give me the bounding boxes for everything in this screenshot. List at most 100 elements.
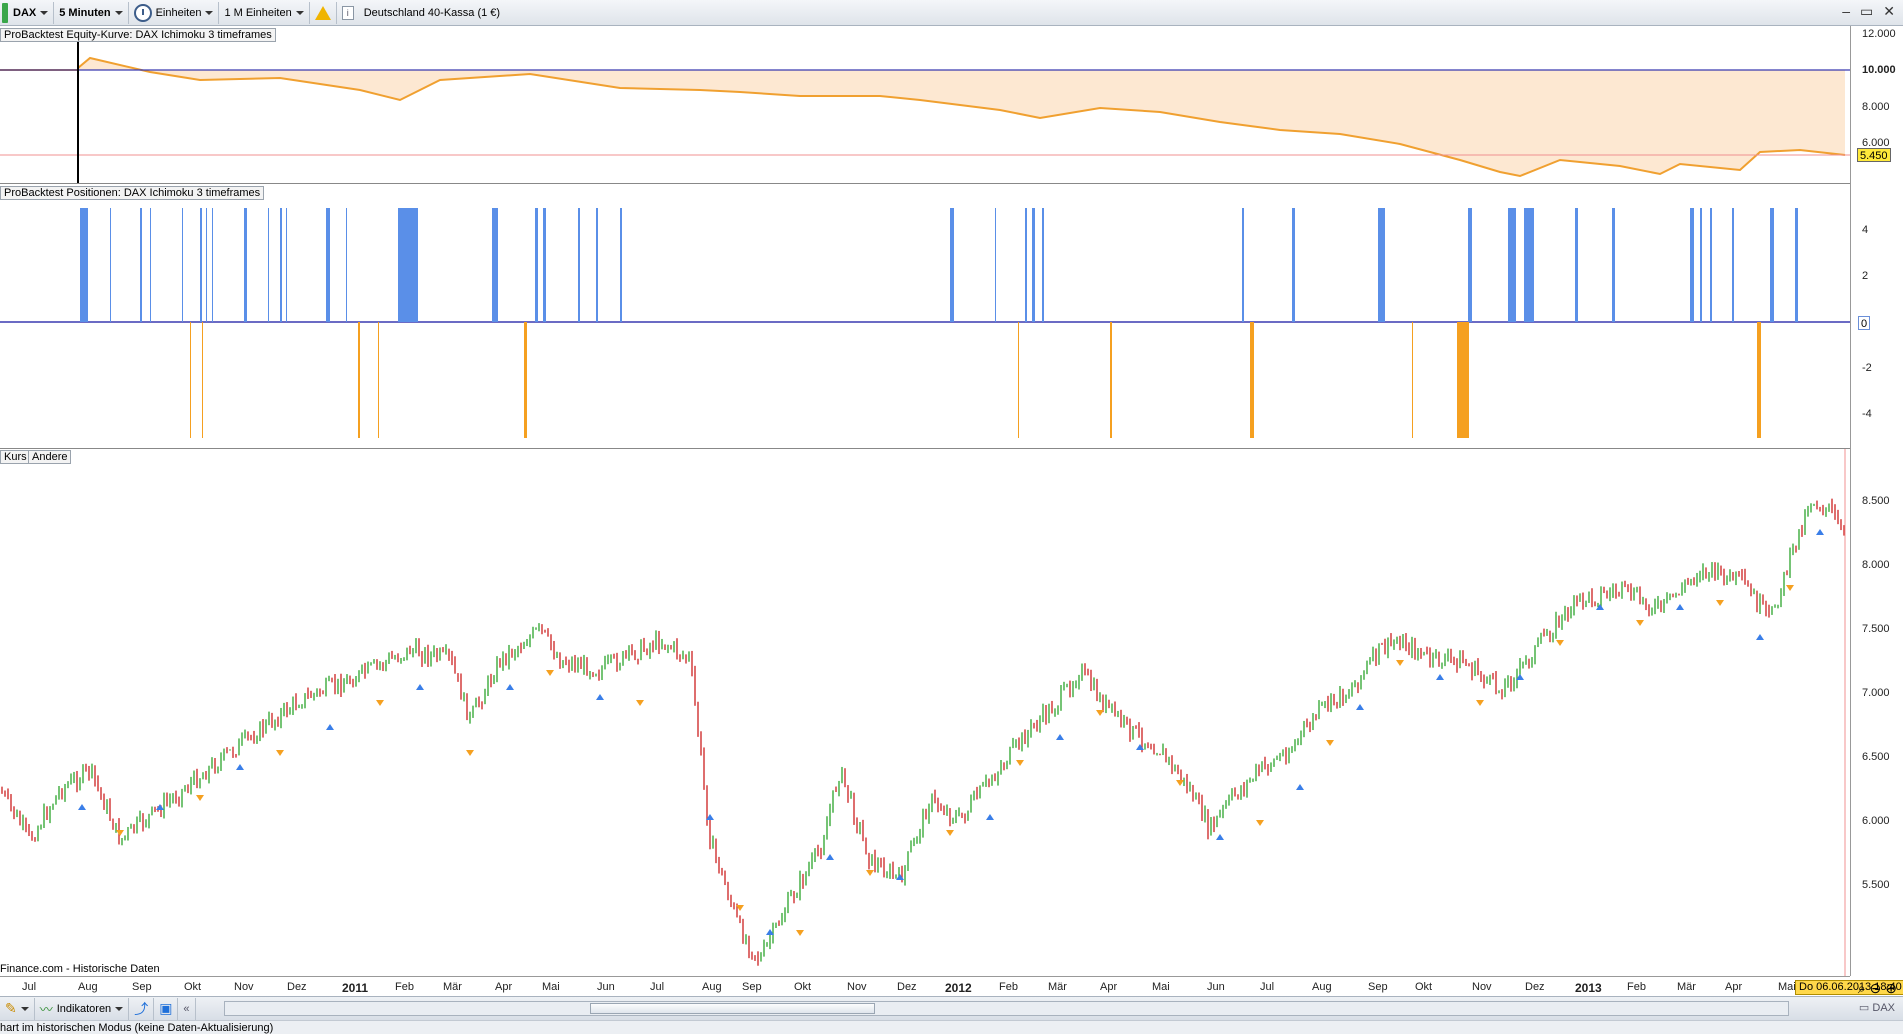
price-tick: 7.500	[1862, 623, 1890, 635]
instrument-tag[interactable]: ▭ DAX	[1859, 1001, 1895, 1014]
panel-divider[interactable]	[0, 448, 1850, 449]
x-axis-label: Apr	[1100, 981, 1118, 993]
short-position-bar	[1457, 322, 1469, 438]
x-axis-label: 2012	[945, 981, 972, 995]
price-tick: 8.000	[1862, 559, 1890, 571]
long-position-bar	[1042, 208, 1044, 322]
long-position-bar	[1700, 208, 1702, 322]
positions-tick: -2	[1862, 362, 1872, 374]
x-axis-label: Okt	[184, 981, 202, 993]
buy-arrow-icon	[1676, 604, 1684, 610]
sell-arrow-icon	[866, 870, 874, 876]
x-axis-label: Okt	[794, 981, 812, 993]
long-position-bar	[1468, 208, 1472, 322]
share-button[interactable]: ⤴	[129, 997, 155, 1020]
long-position-bar	[1732, 208, 1734, 322]
x-axis-label: Feb	[1627, 981, 1646, 993]
long-position-bar	[995, 208, 996, 322]
long-position-bar	[200, 208, 202, 322]
long-position-bar	[1795, 208, 1798, 322]
long-position-bar	[1242, 208, 1244, 322]
panel-divider[interactable]	[0, 183, 1850, 184]
long-position-bar	[150, 208, 151, 322]
sell-arrow-icon	[796, 930, 804, 936]
long-position-bar	[140, 208, 142, 322]
equity-tick: 10.000	[1862, 64, 1896, 76]
sell-arrow-icon	[466, 750, 474, 756]
long-position-bar	[244, 208, 247, 322]
tab-kurs[interactable]: Kurs	[0, 450, 31, 464]
short-position-bar	[202, 322, 203, 438]
long-position-bar	[398, 208, 418, 322]
x-axis-label: Mai	[1778, 981, 1796, 993]
sell-arrow-icon	[546, 670, 554, 676]
long-position-bar	[110, 208, 111, 322]
instrument-tag-icon: ▭	[1858, 1002, 1870, 1014]
x-axis-label: Nov	[1472, 981, 1492, 993]
buy-arrow-icon	[506, 684, 514, 690]
x-axis-label: Mai	[1152, 981, 1170, 993]
equity-fill	[0, 58, 1845, 176]
chart-canvas[interactable]	[0, 0, 1903, 1034]
scroll-start-button[interactable]: «	[178, 997, 196, 1020]
x-axis-label: Nov	[234, 981, 254, 993]
short-position-bar	[378, 322, 379, 438]
equity-current-value: 5.450	[1857, 148, 1891, 162]
long-position-bar	[1770, 208, 1774, 322]
x-axis-label: Jul	[1260, 981, 1275, 993]
x-axis[interactable]: Jul Aug Sep Okt Nov Dez 2011 Feb Mär Apr Mai Jun Jul…	[0, 976, 1850, 996]
long-position-bar	[1524, 208, 1534, 322]
x-axis-label: Okt	[1415, 981, 1433, 993]
price-tick: 6.500	[1862, 751, 1890, 763]
long-position-bar	[326, 208, 330, 322]
status-bar: hart im historischen Modus (keine Daten-…	[0, 1020, 1903, 1034]
x-axis-label: Aug	[702, 981, 722, 993]
long-position-bar	[346, 208, 347, 322]
long-position-bar	[212, 208, 213, 322]
time-scrollbar[interactable]	[224, 1001, 1789, 1016]
equity-curve-chart	[0, 30, 1850, 183]
sell-arrow-icon	[1256, 820, 1264, 826]
drawing-tool-button[interactable]: ✎	[0, 997, 35, 1020]
price-tick: 7.000	[1862, 687, 1890, 699]
price-tick: 6.000	[1862, 815, 1890, 827]
long-position-bar	[1382, 208, 1385, 322]
zoom-out-icon[interactable]: ⊖	[1870, 980, 1882, 997]
zoom-fit-icon[interactable]: ⌕	[1858, 980, 1866, 997]
buy-arrow-icon	[78, 804, 86, 810]
screenshot-button[interactable]: ▣	[154, 997, 179, 1020]
x-axis-label: Feb	[999, 981, 1018, 993]
buy-arrow-icon	[1816, 529, 1824, 535]
zoom-in-icon[interactable]: ⊕	[1885, 980, 1897, 997]
x-axis-label: Jul	[22, 981, 37, 993]
tab-andere[interactable]: Andere	[28, 450, 72, 464]
equity-tick: 8.000	[1862, 101, 1890, 113]
x-axis-label: Jul	[650, 981, 665, 993]
x-axis-label: Apr	[495, 981, 513, 993]
long-position-bar	[1032, 208, 1035, 322]
x-axis-label: Mär	[443, 981, 462, 993]
sell-arrow-icon	[1096, 710, 1104, 716]
long-position-bar	[535, 208, 538, 322]
short-position-bar	[190, 322, 191, 438]
long-position-bar	[620, 208, 622, 322]
positions-zero-tag: 0	[1858, 316, 1871, 330]
sell-arrow-icon	[1176, 780, 1184, 786]
short-position-bar	[524, 322, 527, 438]
buy-arrow-icon	[416, 684, 424, 690]
long-position-bar	[950, 208, 954, 322]
positions-panel-title[interactable]: ProBacktest Positionen: DAX Ichimoku 3 t…	[0, 186, 265, 200]
x-axis-label: Jun	[1207, 981, 1225, 993]
sell-arrow-icon	[636, 700, 644, 706]
buy-arrow-icon	[896, 874, 904, 880]
indicators-button[interactable]: 〰 Indikatoren	[35, 997, 130, 1020]
x-axis-label: Mär	[1677, 981, 1696, 993]
equity-panel-title[interactable]: ProBacktest Equity-Kurve: DAX Ichimoku 3…	[0, 28, 276, 42]
scroll-thumb[interactable]	[590, 1003, 875, 1014]
indicators-label: Indikatoren	[56, 1002, 112, 1015]
long-position-bar	[1508, 208, 1516, 322]
buy-arrow-icon	[596, 694, 604, 700]
x-axis-label: Jun	[597, 981, 615, 993]
sell-arrow-icon	[376, 700, 384, 706]
sell-arrow-icon	[116, 830, 124, 836]
